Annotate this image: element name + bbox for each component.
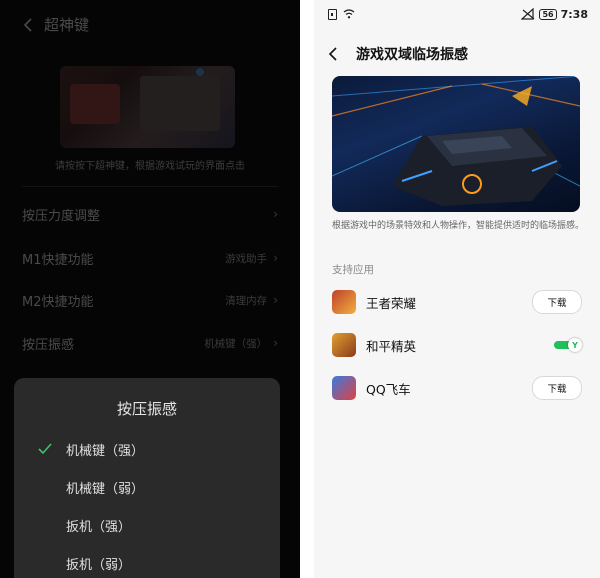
battery-indicator: 56 <box>539 8 557 20</box>
setting-label: 按压力度调整 <box>22 208 101 224</box>
sim-card-icon <box>328 8 337 20</box>
option-trigger-strong[interactable]: 扳机（强） <box>14 508 280 542</box>
setting-row-m2[interactable]: M2快捷功能 清理内存 › <box>22 290 278 310</box>
left-screen: 超神键 请按按下超神键，根据游戏试玩的界面点击 按压力度调整 › M1快捷功能 … <box>0 0 300 578</box>
left-header: 超神键 <box>18 14 89 35</box>
right-header: 游戏双域临场振感 <box>328 44 468 64</box>
wangzhe-icon <box>332 290 356 314</box>
option-label: 机械键（强） <box>66 443 145 459</box>
back-icon[interactable] <box>328 46 342 62</box>
page-title: 游戏双域临场振感 <box>356 47 468 63</box>
chevron-right-icon: › <box>273 336 278 350</box>
status-bar: 56 7:38 <box>328 6 588 22</box>
chevron-right-icon: › <box>273 251 278 265</box>
sheet-title: 按压振感 <box>116 400 177 418</box>
chevron-right-icon: › <box>273 207 278 221</box>
vibration-bottom-sheet: 按压振感 机械键（强） 机械键（弱） 扳机（强） 扳机（弱） <box>14 378 280 578</box>
setting-value: 游戏助手 <box>225 252 268 265</box>
qqfeiche-icon <box>332 376 356 400</box>
setting-row-vibration[interactable]: 按压振感 机械键（强） › <box>22 333 278 353</box>
chevron-right-icon: › <box>273 293 278 307</box>
hero-car-image <box>332 76 580 212</box>
app-row-heping: 和平精英 Y <box>332 330 582 360</box>
option-label: 扳机（弱） <box>66 557 132 573</box>
wifi-icon <box>343 9 355 19</box>
app-name: QQ飞车 <box>366 381 411 397</box>
panel-gap <box>300 0 314 578</box>
option-mechanical-strong[interactable]: 机械键（强） <box>14 432 280 466</box>
section-header: 支持应用 <box>332 264 374 276</box>
hint-text: 请按按下超神键，根据游戏试玩的界面点击 <box>55 161 245 172</box>
option-mechanical-weak[interactable]: 机械键（弱） <box>14 470 280 504</box>
page-title: 超神键 <box>44 16 90 34</box>
heping-icon <box>332 333 356 357</box>
divider <box>22 186 278 187</box>
setting-value: 清理内存 <box>225 294 268 307</box>
feature-description: 根据游戏中的场景特效和人物操作，智能提供适时的临场振感。 <box>332 221 585 231</box>
setting-row-m1[interactable]: M1快捷功能 游戏助手 › <box>22 248 278 268</box>
option-label: 机械键（弱） <box>66 481 145 497</box>
setting-row-pressure[interactable]: 按压力度调整 › <box>22 204 278 224</box>
clock: 7:38 <box>560 7 588 21</box>
right-screen: 56 7:38 游戏双域临场振感 根据游戏中的场景特效和人物操作，智能提供适时的… <box>314 0 600 578</box>
signal-off-icon <box>520 7 535 20</box>
option-label: 扳机（强） <box>66 519 132 535</box>
game-preview-image <box>60 66 235 148</box>
app-row-qqfeiche: QQ飞车 下载 <box>332 373 582 403</box>
app-row-wangzhe: 王者荣耀 下载 <box>332 287 582 317</box>
vibration-toggle[interactable]: Y <box>554 338 582 352</box>
app-name: 王者荣耀 <box>366 295 417 311</box>
download-button[interactable]: 下载 <box>532 290 582 314</box>
download-button[interactable]: 下载 <box>532 376 582 400</box>
setting-value: 机械键（强） <box>204 337 268 350</box>
back-icon[interactable] <box>18 15 38 35</box>
setting-label: M2快捷功能 <box>22 294 94 310</box>
checkmark-icon <box>38 442 52 456</box>
setting-label: 按压振感 <box>22 337 75 353</box>
app-name: 和平精英 <box>366 338 417 354</box>
option-trigger-weak[interactable]: 扳机（弱） <box>14 546 280 578</box>
setting-label: M1快捷功能 <box>22 252 94 268</box>
